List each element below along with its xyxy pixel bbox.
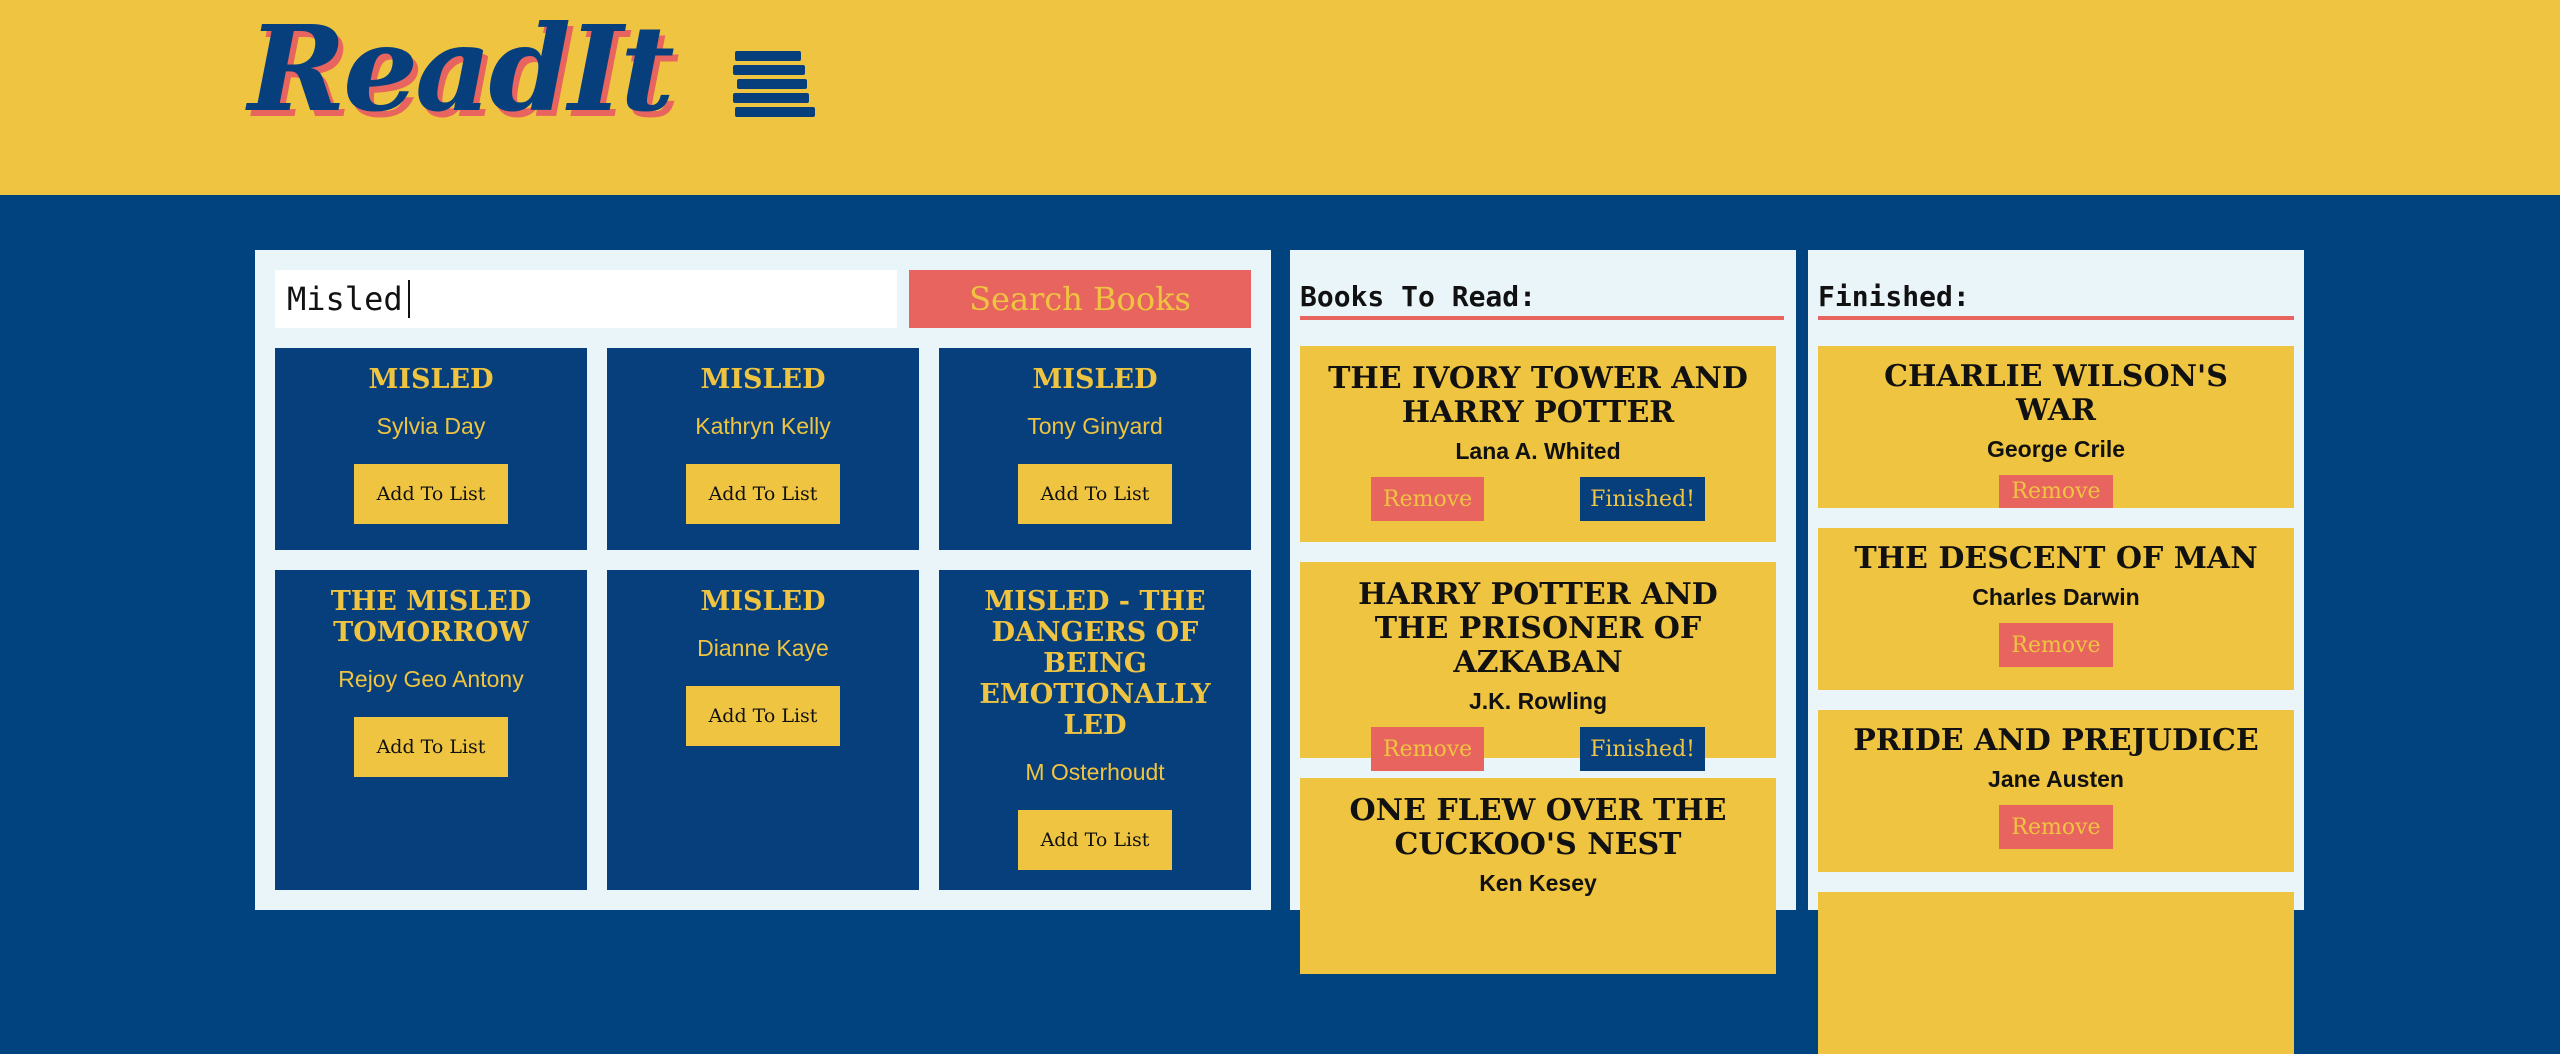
finished-card: THE DESCENT OF MAN Charles Darwin Remove (1818, 528, 2294, 690)
search-input[interactable] (275, 270, 897, 328)
header: ReadIt (0, 0, 2560, 195)
to-read-list: THE IVORY TOWER AND HARRY POTTER Lana A.… (1300, 346, 1776, 974)
result-author: Dianne Kaye (697, 635, 829, 661)
result-author: Rejoy Geo Antony (338, 666, 524, 692)
result-author: Tony Ginyard (1027, 413, 1163, 439)
book-title: THE DESCENT OF MAN (1854, 541, 2258, 576)
finished-button[interactable]: Finished! (1580, 727, 1705, 771)
result-author: M Osterhoudt (1025, 759, 1165, 785)
remove-button[interactable]: Remove (1371, 727, 1485, 771)
heading-divider (1818, 316, 2294, 320)
add-to-list-button[interactable]: Add To List (354, 464, 508, 524)
search-results-grid: MISLED Sylvia Day Add To List MISLED Kat… (275, 348, 1251, 890)
add-to-list-button[interactable]: Add To List (686, 686, 840, 746)
finished-heading: Finished: (1818, 280, 1970, 313)
remove-button[interactable]: Remove (1371, 477, 1485, 521)
result-card: MISLED Tony Ginyard Add To List (939, 348, 1251, 550)
result-card: MISLED - THE DANGERS OF BEING EMOTIONALL… (939, 570, 1251, 890)
result-title: MISLED (368, 364, 494, 395)
card-actions: Remove Finished! (1371, 477, 1705, 521)
to-read-card: HARRY POTTER AND THE PRISONER OF AZKABAN… (1300, 562, 1776, 771)
result-card: MISLED Kathryn Kelly Add To List (607, 348, 919, 550)
add-to-list-button[interactable]: Add To List (1018, 810, 1172, 870)
search-panel: Search Books MISLED Sylvia Day Add To Li… (255, 250, 1271, 910)
to-read-heading: Books To Read: (1300, 280, 1537, 313)
book-title: THE IVORY TOWER AND HARRY POTTER (1328, 361, 1748, 430)
finished-list: CHARLIE WILSON'S WAR George Crile Remove… (1818, 346, 2294, 1054)
finished-card (1818, 892, 2294, 1054)
book-title: HARRY POTTER AND THE PRISONER OF AZKABAN (1358, 577, 1718, 680)
result-card: MISLED Sylvia Day Add To List (275, 348, 587, 550)
book-title: ONE FLEW OVER THE CUCKOO'S NEST (1349, 793, 1727, 862)
book-author: Lana A. Whited (1455, 438, 1621, 464)
book-author: Jane Austen (1988, 766, 2124, 792)
finished-card: PRIDE AND PREJUDICE Jane Austen Remove (1818, 710, 2294, 872)
finished-button[interactable]: Finished! (1580, 477, 1705, 521)
book-author: George Crile (1986, 436, 2126, 462)
to-read-card: ONE FLEW OVER THE CUCKOO'S NEST Ken Kese… (1300, 778, 1776, 974)
book-author: J.K. Rowling (1469, 688, 1607, 714)
book-title: PRIDE AND PREJUDICE (1853, 723, 2259, 758)
card-actions: Remove Finished! (1371, 727, 1705, 771)
finished-panel: Finished: CHARLIE WILSON'S WAR George Cr… (1808, 250, 2304, 1054)
result-title: THE MISLED TOMORROW (330, 586, 532, 648)
book-stack-icon (733, 51, 815, 123)
result-author: Sylvia Day (376, 413, 486, 439)
text-caret (408, 280, 410, 318)
book-author: Ken Kesey (1479, 870, 1597, 896)
add-to-list-button[interactable]: Add To List (686, 464, 840, 524)
remove-button[interactable]: Remove (1999, 805, 2113, 849)
result-title: MISLED - THE DANGERS OF BEING EMOTIONALL… (979, 586, 1211, 741)
remove-button[interactable]: Remove (1999, 475, 2113, 508)
finished-card: CHARLIE WILSON'S WAR George Crile Remove (1818, 346, 2294, 508)
add-to-list-button[interactable]: Add To List (354, 717, 508, 777)
book-title: CHARLIE WILSON'S WAR (1884, 359, 2228, 428)
result-card: THE MISLED TOMORROW Rejoy Geo Antony Add… (275, 570, 587, 890)
heading-divider (1300, 316, 1784, 320)
result-title: MISLED (700, 586, 826, 617)
result-card: MISLED Dianne Kaye Add To List (607, 570, 919, 890)
add-to-list-button[interactable]: Add To List (1018, 464, 1172, 524)
result-title: MISLED (1032, 364, 1158, 395)
result-title: MISLED (700, 364, 826, 395)
to-read-panel: Books To Read: THE IVORY TOWER AND HARRY… (1290, 250, 1796, 974)
result-author: Kathryn Kelly (695, 413, 831, 439)
search-books-button[interactable]: Search Books (909, 270, 1251, 328)
to-read-card: THE IVORY TOWER AND HARRY POTTER Lana A.… (1300, 346, 1776, 542)
remove-button[interactable]: Remove (1999, 623, 2113, 667)
book-author: Charles Darwin (1972, 584, 2140, 610)
app-logo[interactable]: ReadIt (248, 10, 675, 128)
